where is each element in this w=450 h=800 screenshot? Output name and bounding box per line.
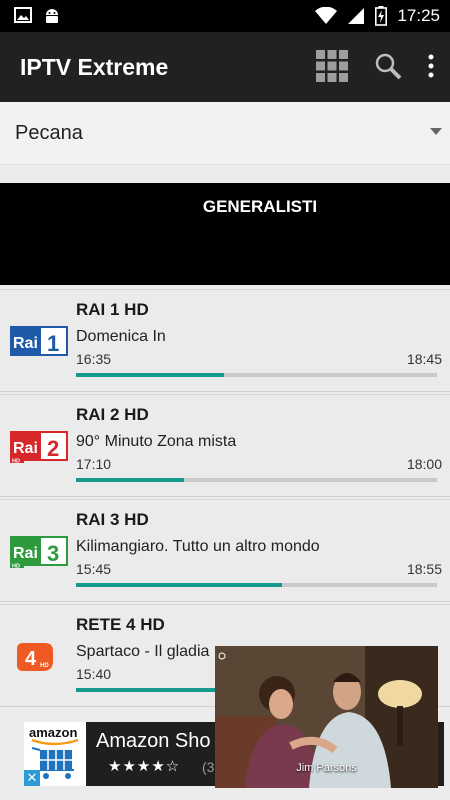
progress-fill xyxy=(76,583,282,587)
svg-text:amazon: amazon xyxy=(29,725,77,740)
end-time: 18:45 xyxy=(406,351,442,367)
video-caption: Jim Parsons xyxy=(296,762,357,774)
group-spinner[interactable]: Pecana xyxy=(0,102,450,165)
progress-fill xyxy=(76,373,224,377)
ad-title: Amazon Sho xyxy=(96,730,211,752)
clock: 17:25 xyxy=(397,6,440,25)
app-bar: IPTV Extreme xyxy=(0,32,450,102)
svg-text:2: 2 xyxy=(47,436,59,461)
progress-bar xyxy=(76,478,437,482)
svg-text:Rai: Rai xyxy=(13,440,38,457)
start-time: 15:45 xyxy=(76,561,112,577)
svg-text:3: 3 xyxy=(47,541,59,566)
start-time: 15:40 xyxy=(76,666,112,682)
start-time: 17:10 xyxy=(76,456,112,472)
channel-name: RAI 1 HD xyxy=(76,300,149,319)
program-title: Kilimangiaro. Tutto un altro mondo xyxy=(76,538,320,555)
rete4-logo-icon: 4 HD xyxy=(17,643,53,671)
svg-text:1: 1 xyxy=(47,331,59,356)
video-overlay[interactable]: Jim Parsons xyxy=(215,646,438,788)
ad-rating-count: (3 xyxy=(202,759,215,775)
ad-rating-stars: ★★★★☆ xyxy=(108,758,181,775)
svg-text:HD: HD xyxy=(40,663,49,669)
channel-row[interactable]: Rai 1 RAI 1 HD Domenica In 16:35 18:45 xyxy=(0,289,450,392)
svg-text:Rai: Rai xyxy=(13,335,38,352)
channel-name: RETE 4 HD xyxy=(76,615,165,634)
rai1-logo-icon: Rai 1 xyxy=(10,326,68,356)
overflow-menu-icon[interactable] xyxy=(428,54,434,78)
battery-charging-icon xyxy=(375,6,388,26)
start-time: 16:35 xyxy=(76,351,112,367)
channel-name: RAI 3 HD xyxy=(76,510,149,529)
end-time: 18:55 xyxy=(406,561,442,577)
grid-view-icon[interactable] xyxy=(316,50,348,82)
category-title: GENERALISTI xyxy=(202,197,318,216)
svg-text:Rai: Rai xyxy=(13,545,38,562)
spinner-selected: Pecana xyxy=(15,122,83,144)
dropdown-arrow-icon[interactable] xyxy=(430,128,442,135)
end-time: 18:00 xyxy=(406,456,442,472)
search-icon[interactable] xyxy=(374,52,402,80)
wifi-icon xyxy=(315,7,338,24)
channel-row[interactable]: Rai 3 HD RAI 3 HD Kilimangiaro. Tutto un… xyxy=(0,499,450,602)
rai3-logo-icon: Rai 3 HD xyxy=(10,536,68,569)
svg-text:HD: HD xyxy=(12,564,20,569)
image-icon xyxy=(14,7,32,23)
app-title: IPTV Extreme xyxy=(20,54,169,80)
channel-row[interactable]: Rai 2 HD RAI 2 HD 90° Minuto Zona mista … xyxy=(0,394,450,497)
program-title: Domenica In xyxy=(76,328,166,345)
program-title: Spartaco - Il gladia xyxy=(76,643,210,660)
rai2-logo-icon: Rai 2 HD xyxy=(10,431,68,464)
progress-fill xyxy=(76,478,185,482)
signal-icon xyxy=(348,8,365,24)
progress-bar xyxy=(76,583,437,587)
progress-bar xyxy=(76,373,437,377)
svg-text:4: 4 xyxy=(25,648,37,670)
category-banner: GENERALISTI xyxy=(0,183,450,285)
ad-close-icon[interactable]: ✕ xyxy=(24,770,40,786)
svg-text:HD: HD xyxy=(12,459,20,464)
status-bar: 17:25 xyxy=(0,0,450,32)
program-title: 90° Minuto Zona mista xyxy=(76,433,237,450)
channel-name: RAI 2 HD xyxy=(76,405,149,424)
android-icon xyxy=(46,9,58,23)
